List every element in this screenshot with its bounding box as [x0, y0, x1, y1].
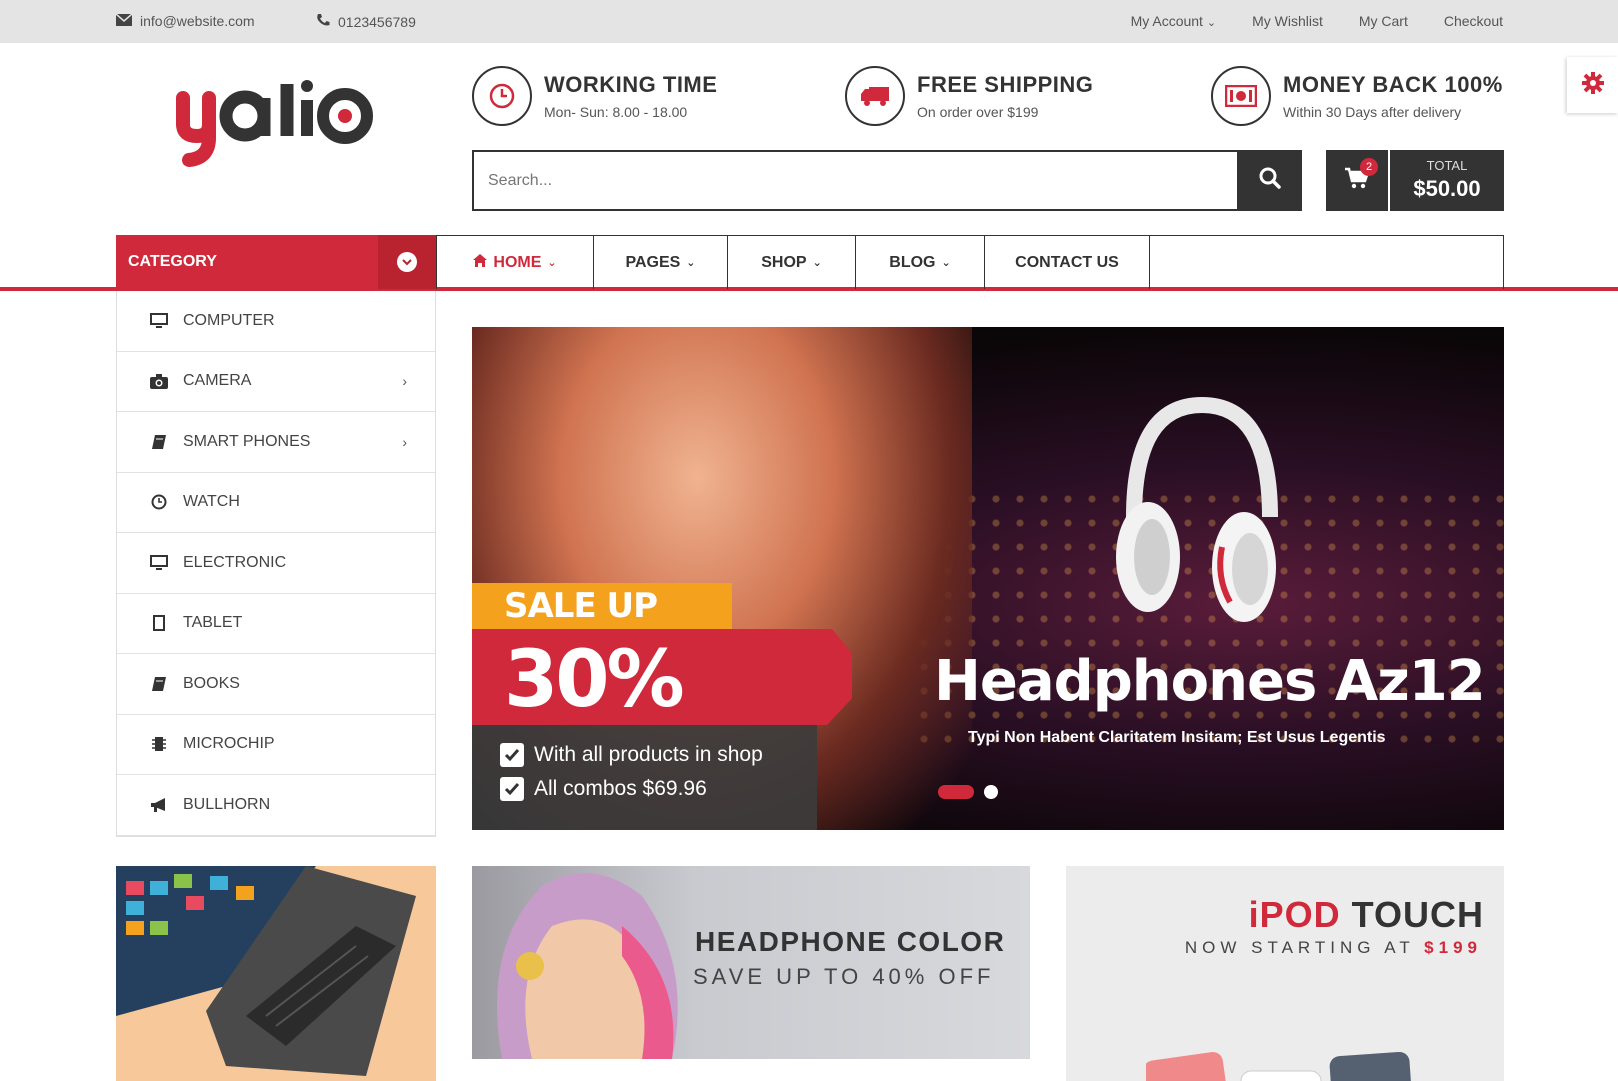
menu-item-pages[interactable]: PAGES ⌄: [594, 236, 728, 289]
home-icon: [473, 253, 488, 272]
category-label: CATEGORY: [128, 253, 217, 270]
email-text: info@website.com: [140, 13, 255, 29]
settings-button[interactable]: [1567, 57, 1618, 113]
banner-headphone-subtitle: SAVE UP TO 40% OFF: [693, 964, 995, 989]
checkbox-icon: [500, 743, 524, 767]
category-toggle[interactable]: CATEGORY: [116, 235, 436, 289]
slider-dot-active[interactable]: [938, 785, 974, 799]
banner-laptop[interactable]: [116, 866, 436, 1081]
chevron-down-icon: ⌄: [686, 257, 696, 269]
account-links: My Account ⌄ My Wishlist My Cart Checkou…: [1131, 13, 1503, 29]
feature-subtitle: Mon- Sun: 8.00 - 18.00: [544, 104, 688, 120]
hero-subtitle: Typi Non Habent Claritatem Insitam; Est …: [968, 729, 1386, 746]
feature-title: MONEY BACK 100%: [1283, 72, 1503, 97]
sidebar-item-tablet[interactable]: TABLET: [117, 594, 435, 654]
cart-total[interactable]: TOTAL $50.00: [1390, 150, 1504, 211]
main-menu: HOME ⌄ PAGES ⌄ SHOP ⌄ BLOG ⌄ CONTACT US: [436, 235, 1504, 289]
cart-button[interactable]: 2: [1326, 150, 1388, 211]
menu-item-blog[interactable]: BLOG ⌄: [856, 236, 985, 289]
cart-total-label: TOTAL: [1426, 158, 1468, 173]
sidebar-item-computer[interactable]: COMPUTER: [117, 291, 435, 352]
sidebar-item-electronic[interactable]: ELECTRONIC: [117, 533, 435, 594]
feature-free-shipping: FREE SHIPPING On order over $199: [845, 66, 1093, 126]
feature-subtitle: On order over $199: [917, 104, 1039, 120]
menu-item-home[interactable]: HOME ⌄: [437, 236, 594, 289]
slider-dot[interactable]: [984, 785, 998, 799]
gear-icon: [1581, 71, 1605, 100]
cart-count-badge: 2: [1360, 158, 1378, 176]
banner-headphone-color[interactable]: HEADPHONE COLOR SAVE UP TO 40% OFF: [472, 866, 1030, 1059]
my-cart-link[interactable]: My Cart: [1359, 13, 1408, 29]
banner-ipod-touch[interactable]: iPOD TOUCH NOW STARTING AT $199: [1066, 866, 1504, 1081]
slider-pagination: [938, 785, 998, 799]
sidebar-item-bullhorn[interactable]: BULLHORN: [117, 775, 435, 836]
sale-benefit-item: With all products in shop: [500, 743, 817, 767]
my-account-link[interactable]: My Account ⌄: [1131, 13, 1216, 29]
money-icon: [1211, 66, 1271, 126]
monitor-icon: [147, 312, 171, 329]
ipod-image: [1146, 1051, 1413, 1081]
cart-total-value: $50.00: [1413, 176, 1481, 201]
sidebar-item-watch[interactable]: WATCH: [117, 473, 435, 533]
category-sidebar: COMPUTER CAMERA › SMART PHONES › WATCH E…: [116, 291, 436, 837]
sidebar-item-microchip[interactable]: MICROCHIP: [117, 715, 435, 775]
bullhorn-icon: [147, 797, 171, 813]
monitor-icon: [147, 554, 171, 571]
banner-ipod-title: iPOD TOUCH: [1248, 894, 1484, 935]
clock-icon: [147, 494, 171, 510]
checkbox-icon: [500, 777, 524, 801]
laptop-image: [116, 866, 416, 1076]
feature-title: FREE SHIPPING: [917, 72, 1094, 97]
chevron-right-icon: ›: [402, 433, 407, 450]
tablet-icon: [147, 615, 171, 632]
phone-icon: [316, 13, 330, 30]
search-box: [472, 150, 1237, 211]
hero-title: Headphones Az12: [934, 649, 1486, 714]
hero-headphones-image: [1112, 396, 1282, 627]
chevron-down-icon: ⌄: [547, 257, 557, 269]
my-wishlist-link[interactable]: My Wishlist: [1252, 13, 1323, 29]
hero-slider[interactable]: SALE UP TO! 30% OFF With all products in…: [472, 327, 1504, 830]
sale-discount-banner: 30% OFF: [472, 629, 852, 725]
feature-money-back: MONEY BACK 100% Within 30 Days after del…: [1211, 66, 1503, 126]
search-input[interactable]: [474, 152, 1237, 209]
woman-image: [497, 873, 678, 1059]
truck-icon: [845, 66, 905, 126]
clock-icon: [472, 66, 532, 126]
book-icon: [147, 676, 171, 692]
sale-benefit-item: All combos $69.96: [500, 777, 817, 801]
sale-benefits: With all products in shop All combos $69…: [472, 725, 817, 830]
search-button[interactable]: [1237, 150, 1302, 211]
category-toggle-button[interactable]: [378, 235, 436, 289]
phone-text: 0123456789: [338, 13, 416, 30]
camera-icon: [147, 373, 171, 389]
search-icon: [1258, 166, 1282, 195]
sidebar-item-smart-phones[interactable]: SMART PHONES ›: [117, 412, 435, 473]
chevron-down-icon: ⌄: [812, 257, 822, 269]
envelope-icon: [115, 13, 133, 29]
feature-working-time: WORKING TIME Mon- Sun: 8.00 - 18.00: [472, 66, 717, 126]
chevron-down-icon: [397, 252, 417, 272]
banner-ipod-subtitle: NOW STARTING AT $199: [1184, 938, 1482, 957]
site-logo[interactable]: [175, 76, 380, 171]
chevron-right-icon: ›: [402, 373, 407, 390]
chevron-down-icon: ⌄: [1206, 17, 1217, 29]
checkout-link[interactable]: Checkout: [1444, 13, 1503, 29]
book-icon: [147, 434, 171, 450]
phone-contact[interactable]: 0123456789: [316, 13, 416, 30]
feature-title: WORKING TIME: [544, 72, 718, 97]
menu-item-contact-us[interactable]: CONTACT US: [985, 236, 1150, 289]
sidebar-item-books[interactable]: BOOKS: [117, 654, 435, 715]
email-contact[interactable]: info@website.com: [115, 13, 255, 29]
menu-item-shop[interactable]: SHOP ⌄: [728, 236, 856, 289]
feature-subtitle: Within 30 Days after delivery: [1283, 104, 1462, 120]
chevron-down-icon: ⌄: [941, 257, 951, 269]
top-bar: info@website.com 0123456789 My Account ⌄…: [0, 0, 1618, 43]
sale-tagline: SALE UP TO!: [472, 583, 732, 672]
sidebar-item-camera[interactable]: CAMERA ›: [117, 352, 435, 412]
chip-icon: [147, 736, 171, 752]
banner-headphone-title: HEADPHONE COLOR: [695, 926, 1006, 957]
